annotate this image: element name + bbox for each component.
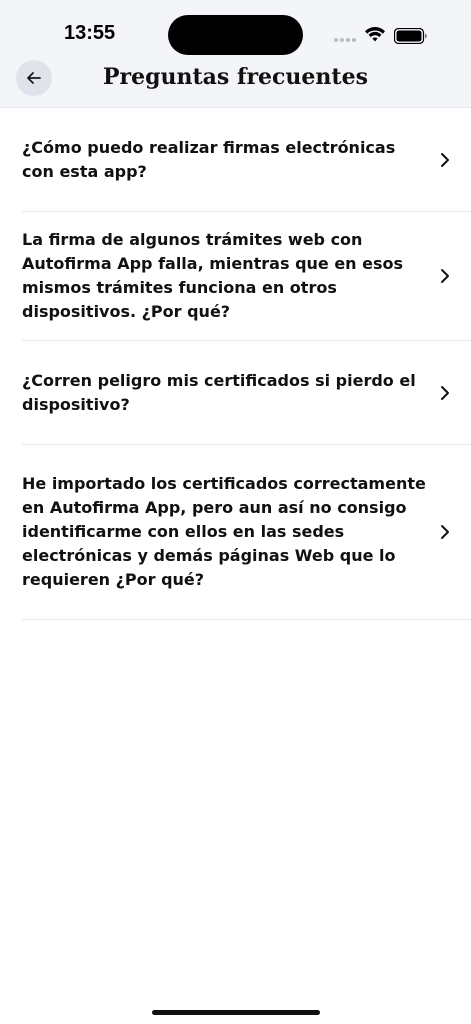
chevron-right-icon [441,269,449,283]
navigation-bar: Preguntas frecuentes [0,56,471,104]
page-title: Preguntas frecuentes [103,64,368,90]
faq-question: ¿Corren peligro mis certificados si pier… [22,370,416,414]
status-bar: 13:55 [0,0,471,62]
faq-question: La firma de algunos trámites web con Aut… [22,230,404,321]
faq-item-lost-device[interactable]: ¿Corren peligro mis certificados si pier… [22,341,471,445]
chevron-right-icon [441,385,449,400]
home-indicator[interactable] [152,1010,320,1015]
cellular-dots-icon [334,38,358,44]
faq-item-cannot-identify[interactable]: He importado los certificados correctame… [22,445,471,620]
chevron-right-icon [441,152,449,167]
dynamic-island [168,15,303,55]
battery-icon [394,28,427,44]
wifi-icon [365,26,385,42]
faq-list: ¿Cómo puedo realizar firmas electrónicas… [0,108,471,620]
faq-item-web-signature-fails[interactable]: La firma de algunos trámites web con Aut… [22,212,471,341]
faq-question: He importado los certificados correctame… [22,474,426,589]
status-time: 13:55 [64,22,116,44]
faq-item-sign-with-app[interactable]: ¿Cómo puedo realizar firmas electrónicas… [22,108,471,212]
chevron-right-icon [441,525,449,539]
faq-question: ¿Cómo puedo realizar firmas electrónicas… [22,137,396,181]
